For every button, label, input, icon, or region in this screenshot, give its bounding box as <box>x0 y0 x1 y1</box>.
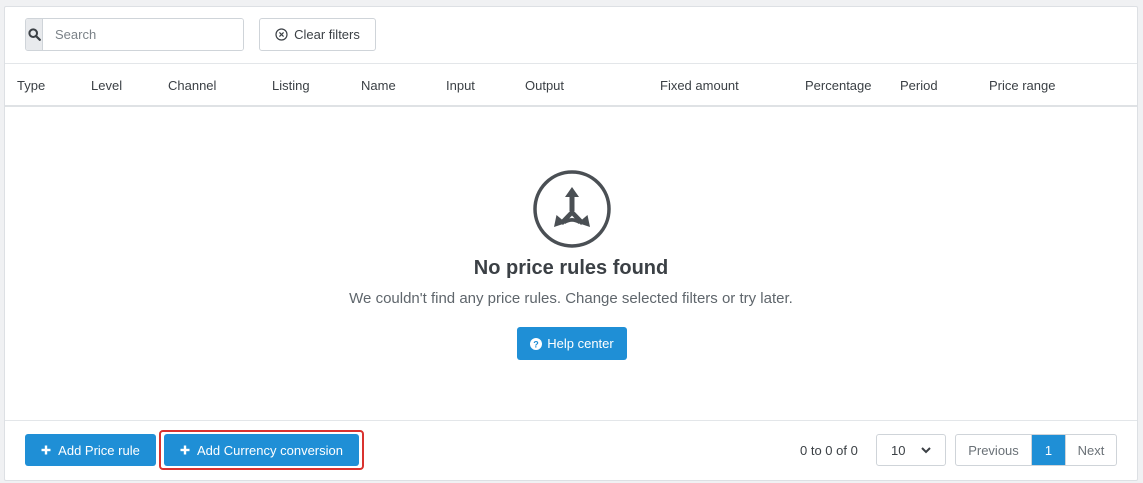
pagination: Previous 1 Next <box>955 434 1117 466</box>
column-level[interactable]: Level <box>91 78 122 93</box>
split-arrows-icon <box>533 170 611 248</box>
column-input[interactable]: Input <box>446 78 475 93</box>
question-circle-icon: ? <box>530 337 543 350</box>
search-icon <box>27 28 41 41</box>
search-button[interactable] <box>26 19 43 50</box>
add-price-rule-label: Add Price rule <box>58 442 140 458</box>
table-footer: Add Price rule Add Currency conversion 0… <box>5 420 1137 481</box>
empty-state-message: We couldn't find any price rules. Change… <box>349 290 793 307</box>
plus-icon <box>41 445 51 455</box>
previous-page-button[interactable]: Previous <box>956 435 1032 465</box>
column-fixed-amount[interactable]: Fixed amount <box>660 78 739 93</box>
add-price-rule-button[interactable]: Add Price rule <box>25 434 156 466</box>
add-currency-conversion-label: Add Currency conversion <box>197 442 343 458</box>
circle-x-icon <box>275 28 288 41</box>
page-1-button[interactable]: 1 <box>1032 435 1065 465</box>
chevron-down-icon <box>921 446 931 453</box>
clear-filters-button[interactable]: Clear filters <box>259 18 376 51</box>
next-page-button[interactable]: Next <box>1065 435 1116 465</box>
empty-state-title: No price rules found <box>473 257 669 279</box>
column-name[interactable]: Name <box>361 78 396 93</box>
search-group <box>25 18 244 51</box>
search-input[interactable] <box>43 19 243 50</box>
plus-icon <box>180 445 190 455</box>
highlight-outline: Add Currency conversion <box>159 430 364 470</box>
column-period[interactable]: Period <box>900 78 938 93</box>
add-currency-conversion-button[interactable]: Add Currency conversion <box>164 434 359 466</box>
column-output[interactable]: Output <box>525 78 564 93</box>
filter-toolbar: Clear filters <box>25 18 376 51</box>
column-price-range[interactable]: Price range <box>989 78 1055 93</box>
clear-filters-label: Clear filters <box>294 27 360 42</box>
page-size-value: 10 <box>891 442 906 458</box>
help-center-button[interactable]: ? Help center <box>517 327 627 360</box>
column-channel[interactable]: Channel <box>168 78 216 93</box>
help-center-label: Help center <box>547 336 614 351</box>
page-size-select[interactable]: 10 <box>876 434 946 466</box>
table-header: Type Level Channel Listing Name Input Ou… <box>5 63 1137 107</box>
svg-text:?: ? <box>534 339 540 349</box>
price-rules-panel: Clear filters Type Level Channel Listing… <box>4 6 1138 481</box>
column-listing[interactable]: Listing <box>272 78 310 93</box>
column-percentage[interactable]: Percentage <box>805 78 872 93</box>
column-type[interactable]: Type <box>17 78 45 93</box>
pagination-info: 0 to 0 of 0 <box>800 443 858 458</box>
